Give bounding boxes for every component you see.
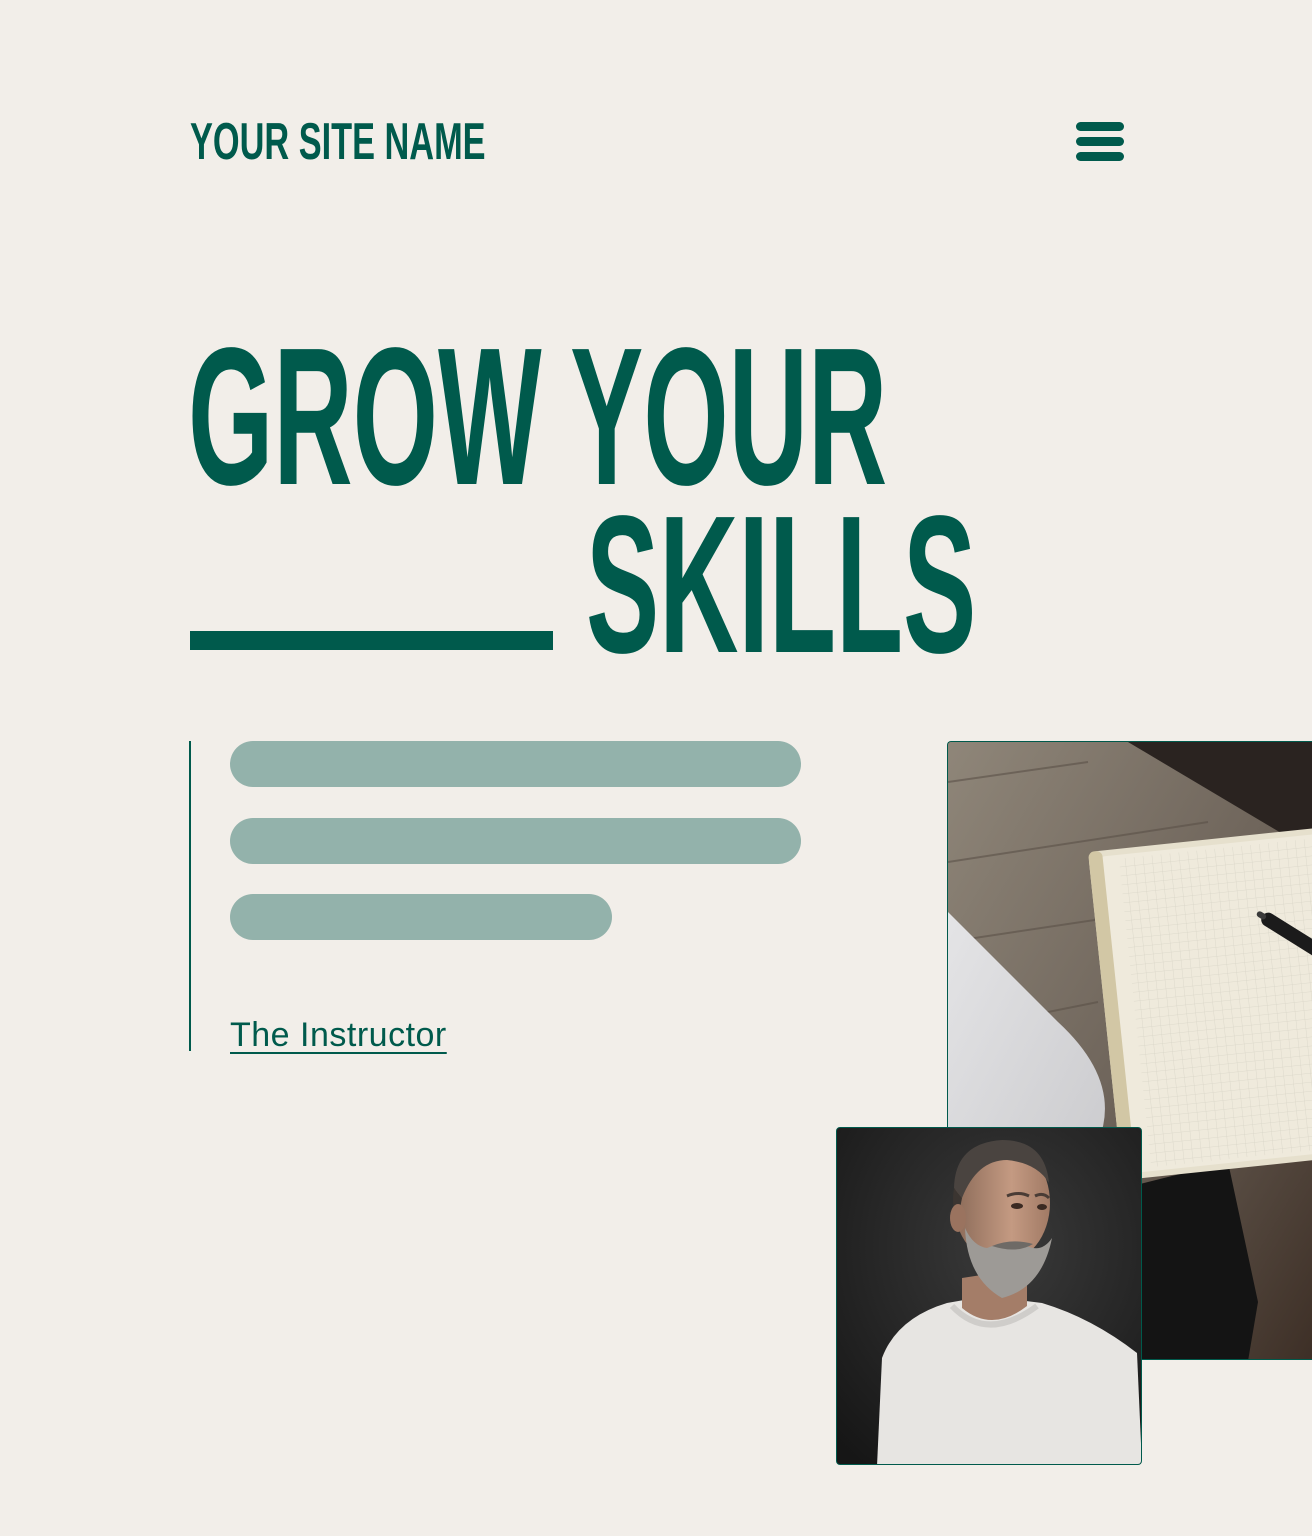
hero-underline-decoration xyxy=(190,631,553,650)
menu-bar xyxy=(1076,122,1124,131)
quote-vertical-rule xyxy=(189,741,191,1051)
menu-bar xyxy=(1076,137,1124,146)
text-placeholder-line xyxy=(230,894,612,940)
text-placeholder-line xyxy=(230,818,801,864)
instructor-portrait-photo xyxy=(836,1127,1142,1465)
bearded-man-portrait-illustration xyxy=(837,1128,1141,1464)
menu-bar xyxy=(1076,152,1124,161)
text-placeholder-line xyxy=(230,741,801,787)
site-name-logo[interactable]: YOUR SITE NAME xyxy=(190,112,486,172)
hamburger-menu-icon[interactable] xyxy=(1074,120,1126,164)
hero-heading-line2: SKILLS xyxy=(586,475,977,694)
instructor-link[interactable]: The Instructor xyxy=(230,1015,447,1055)
